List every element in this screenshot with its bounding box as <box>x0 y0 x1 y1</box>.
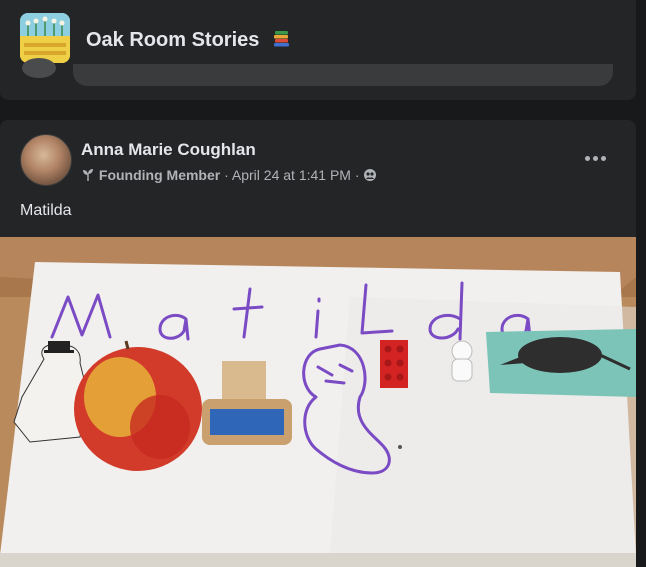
group-avatar[interactable] <box>20 13 70 63</box>
plant-icon <box>81 168 95 185</box>
page-edge <box>636 0 646 567</box>
photo-image <box>0 237 636 555</box>
post-timestamp[interactable]: · April 24 at 1:41 PM · <box>224 167 359 183</box>
next-photo-edge <box>0 553 636 567</box>
author-avatar[interactable] <box>20 134 72 186</box>
composer-avatar <box>22 58 56 78</box>
books-icon <box>273 30 290 47</box>
red-lego-brick <box>380 340 408 388</box>
group-title[interactable]: Oak Room Stories <box>86 29 290 52</box>
white-figurine <box>451 340 473 382</box>
member-badge[interactable]: Founding Member <box>99 167 220 183</box>
more-options-icon[interactable] <box>578 146 612 170</box>
armadillo-card <box>486 329 636 397</box>
group-cover-image <box>20 13 70 63</box>
post-card: Anna Marie Coughlan Founding Member · Ap… <box>0 120 636 567</box>
composer-strip <box>0 58 636 100</box>
post-meta: Founding Member · April 24 at 1:41 PM · <box>81 167 377 185</box>
post-photo[interactable] <box>0 237 636 555</box>
author-name[interactable]: Anna Marie Coughlan <box>81 140 256 160</box>
composer-input[interactable] <box>73 64 613 86</box>
group-name[interactable]: Oak Room Stories <box>86 29 259 51</box>
group-audience-icon[interactable] <box>363 168 377 185</box>
post-text: Matilda <box>20 202 72 219</box>
